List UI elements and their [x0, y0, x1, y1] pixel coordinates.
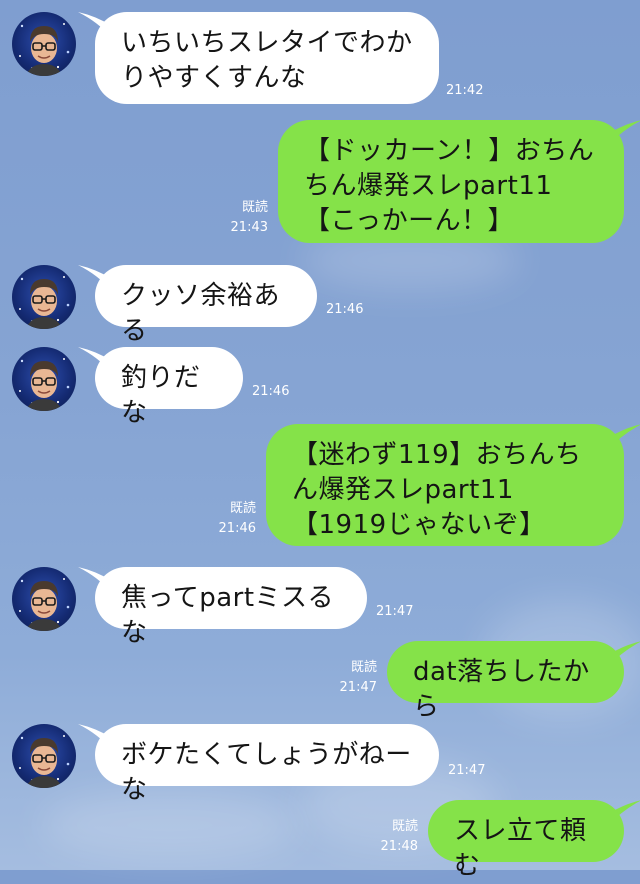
message-bubble[interactable]: いちいちスレタイでわかりやすくすんな	[95, 12, 439, 104]
message-text: 【ドッカーン！】おちんちん爆発スレpart11【こっかーん！】	[304, 136, 595, 236]
timestamp: 21:43	[230, 220, 268, 235]
read-receipt: 既読	[241, 200, 268, 215]
message-text: 焦ってpartミスるな	[121, 583, 335, 648]
timestamp: 21:47	[339, 680, 377, 695]
timestamp: 21:47	[376, 604, 414, 619]
message-text: クッソ余裕ある	[121, 281, 281, 346]
message-bubble[interactable]: 【ドッカーン！】おちんちん爆発スレpart11【こっかーん！】	[278, 120, 624, 243]
read-receipt: 既読	[391, 819, 418, 834]
avatar[interactable]	[12, 265, 76, 329]
timestamp: 21:47	[448, 763, 486, 778]
timestamp: 21:46	[326, 302, 364, 317]
background-cloud	[40, 790, 300, 860]
message-bubble[interactable]: スレ立て頼む	[428, 800, 624, 881]
message-bubble[interactable]: クッソ余裕ある	[95, 265, 317, 346]
message-bubble[interactable]: ボケたくてしょうがねーな	[95, 724, 439, 805]
read-receipt: 既読	[350, 660, 377, 675]
message-text: 【迷わず119】おちんちん爆発スレpart11【1919じゃないぞ】	[292, 440, 582, 540]
timestamp: 21:42	[446, 83, 484, 98]
message-bubble[interactable]: 【迷わず119】おちんちん爆発スレpart11【1919じゃないぞ】	[266, 424, 624, 546]
avatar[interactable]	[12, 12, 76, 76]
message-text: スレ立て頼む	[454, 816, 587, 881]
read-receipt: 既読	[229, 501, 256, 516]
timestamp: 21:46	[252, 384, 290, 399]
avatar[interactable]	[12, 567, 76, 631]
message-text: 釣りだな	[121, 363, 201, 428]
message-bubble[interactable]: dat落ちしたから	[387, 641, 624, 722]
timestamp: 21:46	[218, 521, 256, 536]
message-bubble[interactable]: 焦ってpartミスるな	[95, 567, 367, 648]
message-text: いちいちスレタイでわかりやすくすんな	[121, 28, 413, 93]
avatar[interactable]	[12, 347, 76, 411]
timestamp: 21:48	[380, 839, 418, 854]
message-bubble[interactable]: 釣りだな	[95, 347, 243, 428]
avatar[interactable]	[12, 724, 76, 788]
